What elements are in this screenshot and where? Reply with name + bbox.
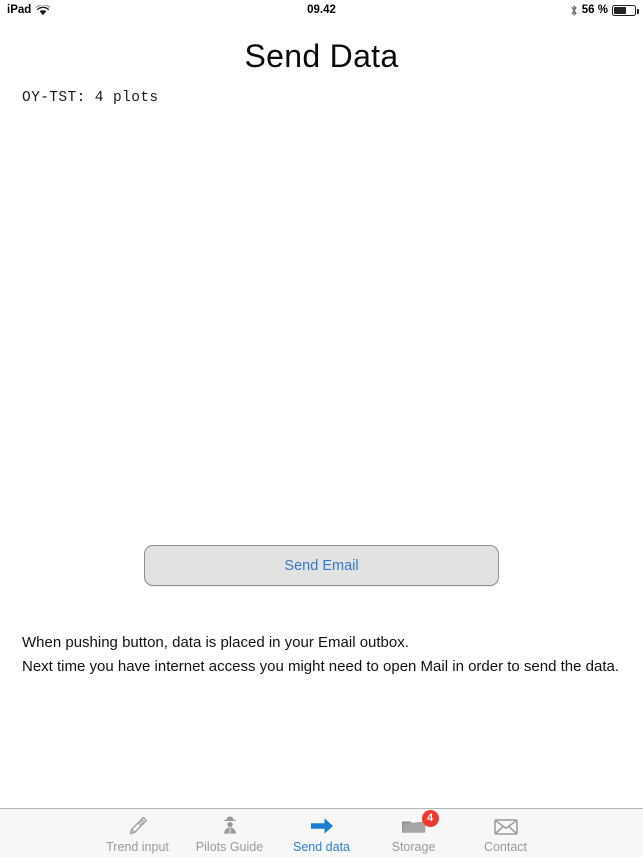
app-screen: iPad 09.42 56 % Send Data OY-TST: 4 plot… — [0, 0, 643, 857]
bluetooth-icon — [570, 4, 578, 17]
battery-fill — [614, 6, 627, 14]
send-email-button[interactable]: Send Email — [144, 545, 499, 586]
tab-label-storage: Storage — [391, 840, 436, 854]
pencil-icon — [126, 813, 150, 838]
status-bar: iPad 09.42 56 % — [0, 0, 643, 20]
battery-percent-label: 56 % — [581, 4, 608, 16]
tab-contact[interactable]: Contact — [460, 809, 552, 857]
tab-bar: Trend input Pilots Guide Send data 4 Sto… — [0, 808, 643, 857]
pilot-icon — [218, 813, 242, 838]
page-title: Send Data — [244, 38, 399, 74]
status-bar-time: 09.42 — [307, 4, 336, 16]
info-text-block: When pushing button, data is placed in y… — [22, 631, 622, 679]
tab-trend-input[interactable]: Trend input — [92, 809, 184, 857]
tab-strip: Trend input Pilots Guide Send data 4 Sto… — [0, 809, 643, 857]
envelope-icon — [492, 813, 520, 838]
tab-pilots-guide[interactable]: Pilots Guide — [184, 809, 276, 857]
info-line-1: When pushing button, data is placed in y… — [22, 634, 409, 651]
status-bar-right: 56 % — [570, 4, 639, 17]
arrow-right-icon — [309, 813, 335, 838]
info-line-2: Next time you have internet access you m… — [22, 658, 620, 675]
plots-summary-text: OY-TST: 4 plots — [22, 90, 159, 106]
send-email-button-label: Send Email — [284, 557, 359, 574]
tab-label-pilots-guide: Pilots Guide — [195, 840, 264, 854]
tab-send-data[interactable]: Send data — [276, 809, 368, 857]
folder-icon: 4 — [400, 810, 439, 838]
battery-icon — [612, 4, 639, 16]
tab-storage[interactable]: 4 Storage — [368, 809, 460, 857]
tab-label-trend-input: Trend input — [106, 840, 169, 854]
tab-label-contact: Contact — [483, 840, 528, 854]
tab-label-send-data: Send data — [293, 840, 350, 854]
storage-badge: 4 — [421, 810, 439, 827]
